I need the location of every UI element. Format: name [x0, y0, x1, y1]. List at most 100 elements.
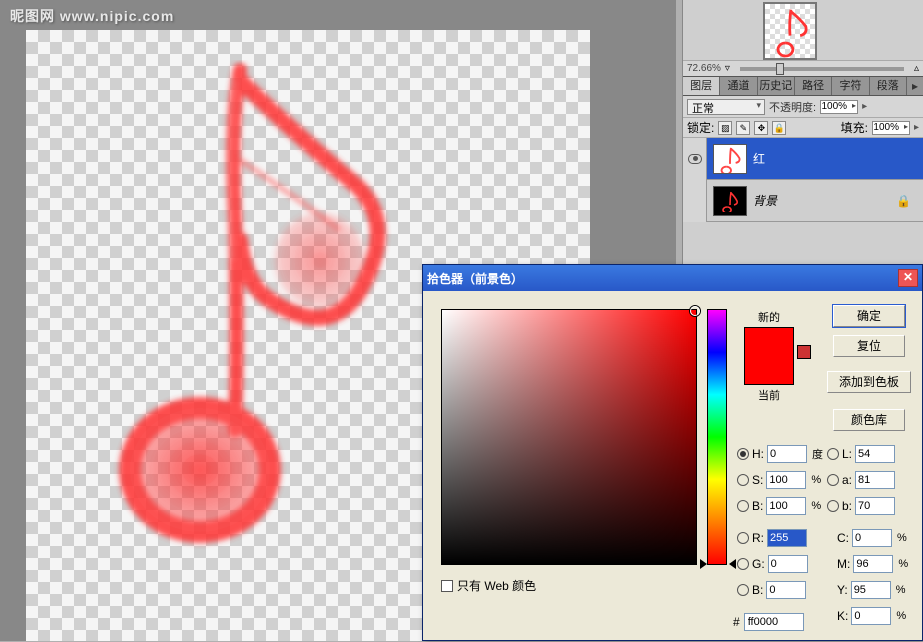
lock-row: 锁定: ▨ ✎ ✥ 🔒 填充: 100% ▸ [683, 118, 923, 138]
g-input[interactable] [768, 555, 808, 573]
g-radio[interactable] [737, 558, 749, 570]
tab-paths[interactable]: 路径 [795, 77, 832, 95]
hex-label: # [733, 615, 740, 629]
g-row: G: [737, 555, 808, 573]
b-hsb-unit: % [811, 500, 821, 512]
r-input[interactable] [767, 529, 807, 547]
opacity-label: 不透明度: [769, 99, 816, 115]
zoom-out-icon[interactable]: ▿ [725, 63, 730, 74]
hue-strip[interactable] [707, 309, 727, 565]
b-rgb-radio[interactable] [737, 584, 749, 596]
color-picker-dialog: 拾色器（前景色） ✕ 新的 当前 确定 复位 添加到色板 颜色库 H: 度 S: [422, 264, 923, 641]
hex-input[interactable] [744, 613, 804, 631]
add-swatch-button[interactable]: 添加到色板 [827, 371, 911, 393]
lock-icon: 🔒 [896, 194, 911, 208]
navigator-bottom-bar: 72.66% ▿ ▵ [683, 60, 923, 76]
a-input[interactable] [855, 471, 895, 489]
navigator-panel: 72.66% ▿ ▵ [683, 0, 923, 76]
navigator-zoom-slider[interactable] [740, 67, 904, 71]
layer-name[interactable]: 背景 [753, 192, 777, 209]
hue-pointer-left-icon [700, 559, 707, 569]
c-label: C: [837, 531, 849, 545]
gamut-warning-swatch[interactable] [797, 345, 811, 359]
dialog-titlebar[interactable]: 拾色器（前景色） ✕ [423, 265, 922, 291]
lock-all-icon[interactable]: 🔒 [772, 121, 786, 135]
dialog-body: 新的 当前 确定 复位 添加到色板 颜色库 H: 度 S: % B: % [423, 291, 922, 642]
navigator-zoom-value: 72.66% [687, 63, 721, 74]
opacity-popup-icon[interactable]: ▸ [862, 101, 867, 112]
layer-thumbnail[interactable] [713, 186, 747, 216]
y-input[interactable] [851, 581, 891, 599]
y-row: Y: % [837, 581, 905, 599]
tab-paragraph[interactable]: 段落 [870, 77, 907, 95]
panel-menu-icon[interactable]: ▸ [907, 77, 923, 95]
hue-pointer-right-icon [729, 559, 736, 569]
color-swatch-new[interactable] [744, 327, 794, 385]
zoom-in-icon[interactable]: ▵ [914, 63, 919, 74]
layer-visibility-toggle[interactable] [683, 138, 707, 180]
h-unit: 度 [812, 446, 823, 462]
k-input[interactable] [851, 607, 891, 625]
opacity-field[interactable]: 100% [820, 100, 858, 114]
tab-character[interactable]: 字符 [832, 77, 869, 95]
saturation-value-field[interactable] [441, 309, 697, 565]
tab-channels[interactable]: 通道 [720, 77, 757, 95]
color-library-button[interactable]: 颜色库 [833, 409, 905, 431]
b-rgb-row: B: [737, 581, 806, 599]
s-input[interactable] [766, 471, 806, 489]
m-label: M: [837, 557, 850, 571]
reset-button[interactable]: 复位 [833, 335, 905, 357]
navigator-thumbnail[interactable] [763, 2, 817, 60]
layer-options-row: 正常 不透明度: 100% ▸ [683, 96, 923, 118]
l-input[interactable] [855, 445, 895, 463]
h-radio[interactable] [737, 448, 749, 460]
lock-transparent-icon[interactable]: ▨ [718, 121, 732, 135]
b-hsb-input[interactable] [766, 497, 806, 515]
b-hsb-row: B: % [737, 497, 821, 515]
l-label: L: [842, 447, 852, 461]
b-lab-input[interactable] [855, 497, 895, 515]
h-input[interactable] [767, 445, 807, 463]
layer-visibility-toggle[interactable] [683, 180, 707, 222]
c-row: C: % [837, 529, 907, 547]
layer-item-red[interactable]: 红 [683, 138, 923, 180]
r-label: R: [752, 531, 764, 545]
new-current-column: 新的 当前 [739, 309, 799, 405]
layer-item-background[interactable]: 背景 🔒 [683, 180, 923, 222]
r-radio[interactable] [737, 532, 749, 544]
sv-marker-icon [690, 306, 700, 316]
layer-thumbnail[interactable] [713, 144, 747, 174]
r-row: R: [737, 529, 807, 547]
dialog-title: 拾色器（前景色） [427, 270, 523, 287]
y-label: Y: [837, 583, 848, 597]
l-radio[interactable] [827, 448, 839, 460]
layer-name[interactable]: 红 [753, 150, 765, 167]
canvas-border-left [0, 0, 26, 641]
c-unit: % [897, 532, 907, 544]
close-icon[interactable]: ✕ [898, 269, 918, 287]
lock-brush-icon[interactable]: ✎ [736, 121, 750, 135]
fill-field[interactable]: 100% [872, 121, 910, 135]
blend-mode-select[interactable]: 正常 [687, 99, 765, 115]
b-rgb-input[interactable] [766, 581, 806, 599]
web-colors-checkbox[interactable] [441, 580, 453, 592]
hex-row: # [733, 613, 804, 631]
g-label: G: [752, 557, 765, 571]
lock-move-icon[interactable]: ✥ [754, 121, 768, 135]
b-lab-radio[interactable] [827, 500, 839, 512]
tab-layers[interactable]: 图层 [683, 77, 720, 95]
a-radio[interactable] [827, 474, 839, 486]
right-panel-column: 72.66% ▿ ▵ 图层 通道 历史记 路径 字符 段落 ▸ 正常 不透明度:… [682, 0, 923, 264]
ok-button[interactable]: 确定 [833, 305, 905, 327]
m-input[interactable] [853, 555, 893, 573]
b-hsb-radio[interactable] [737, 500, 749, 512]
m-row: M: % [837, 555, 908, 573]
c-input[interactable] [852, 529, 892, 547]
new-color-label: 新的 [739, 309, 799, 325]
fill-popup-icon[interactable]: ▸ [914, 122, 919, 133]
lock-label: 锁定: [687, 119, 714, 136]
s-radio[interactable] [737, 474, 749, 486]
tab-history[interactable]: 历史记 [758, 77, 795, 95]
b-lab-label: b: [842, 499, 852, 513]
b-rgb-label: B: [752, 583, 763, 597]
